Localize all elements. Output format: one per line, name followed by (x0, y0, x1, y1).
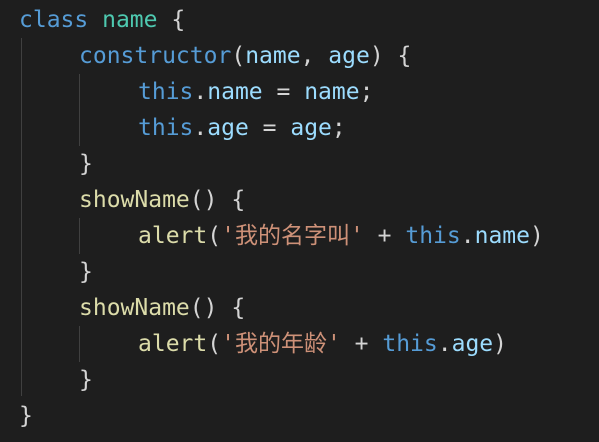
property-name: name (474, 223, 530, 249)
indent-guide (79, 326, 80, 362)
keyword-class: class (19, 7, 89, 33)
code-line-9[interactable]: showName() { (79, 290, 245, 326)
dot: . (460, 223, 475, 249)
open-paren: ( (231, 43, 246, 69)
property-name: name (207, 79, 263, 105)
keyword-this: this (138, 79, 194, 105)
open-paren: ( (207, 331, 222, 357)
dot: . (193, 115, 208, 141)
property-age: age (207, 115, 249, 141)
code-line-7[interactable]: alert('我的名字叫' + this.name) (138, 218, 544, 254)
close-paren: ) (493, 331, 508, 357)
function-alert: alert (138, 223, 208, 249)
keyword-this: this (138, 115, 194, 141)
close-paren: ) (369, 43, 398, 69)
code-line-3[interactable]: this.name = name; (138, 74, 373, 110)
param-name: name (245, 43, 301, 69)
open-brace: { (397, 43, 412, 69)
keyword-this: this (405, 223, 461, 249)
indent-guide (79, 218, 80, 254)
assign-operator: = (262, 79, 305, 105)
string-literal: '我的年龄' (221, 331, 341, 357)
method-showname: showName (79, 187, 190, 213)
semicolon: ; (359, 79, 374, 105)
code-editor[interactable]: class name { constructor(name, age) { th… (0, 0, 599, 442)
close-brace: } (79, 151, 93, 177)
open-brace: { (231, 295, 246, 321)
dot: . (437, 331, 452, 357)
assign-operator: = (248, 115, 291, 141)
indent-guide (21, 38, 22, 396)
plus-operator: + (363, 223, 406, 249)
class-name: name (102, 7, 158, 33)
open-brace: { (171, 7, 186, 33)
keyword-this: this (382, 331, 438, 357)
method-showname: showName (79, 295, 190, 321)
value-name: name (304, 79, 360, 105)
code-line-6[interactable]: showName() { (79, 182, 245, 218)
parens: () (189, 295, 232, 321)
param-age: age (328, 43, 370, 69)
close-brace: } (19, 403, 33, 429)
code-line-5[interactable]: } (79, 146, 93, 182)
parens: () (189, 187, 232, 213)
open-paren: ( (207, 223, 222, 249)
plus-operator: + (340, 331, 383, 357)
comma: , (300, 43, 329, 69)
indent-guide (79, 74, 80, 146)
value-age: age (290, 115, 332, 141)
property-age: age (451, 331, 494, 357)
dot: . (193, 79, 208, 105)
code-line-8[interactable]: } (79, 254, 93, 290)
close-paren: ) (530, 223, 544, 249)
function-alert: alert (138, 331, 208, 357)
code-line-1[interactable]: class name { (19, 2, 185, 38)
code-line-11[interactable]: } (79, 362, 93, 398)
code-line-10[interactable]: alert('我的年龄' + this.age) (138, 326, 507, 362)
close-brace: } (79, 367, 93, 393)
code-line-4[interactable]: this.age = age; (138, 110, 346, 146)
close-brace: } (79, 259, 93, 285)
semicolon: ; (331, 115, 346, 141)
code-line-12[interactable]: } (19, 398, 33, 434)
keyword-constructor: constructor (79, 43, 232, 69)
code-line-2[interactable]: constructor(name, age) { (79, 38, 411, 74)
open-brace: { (231, 187, 246, 213)
string-literal: '我的名字叫' (221, 223, 364, 249)
